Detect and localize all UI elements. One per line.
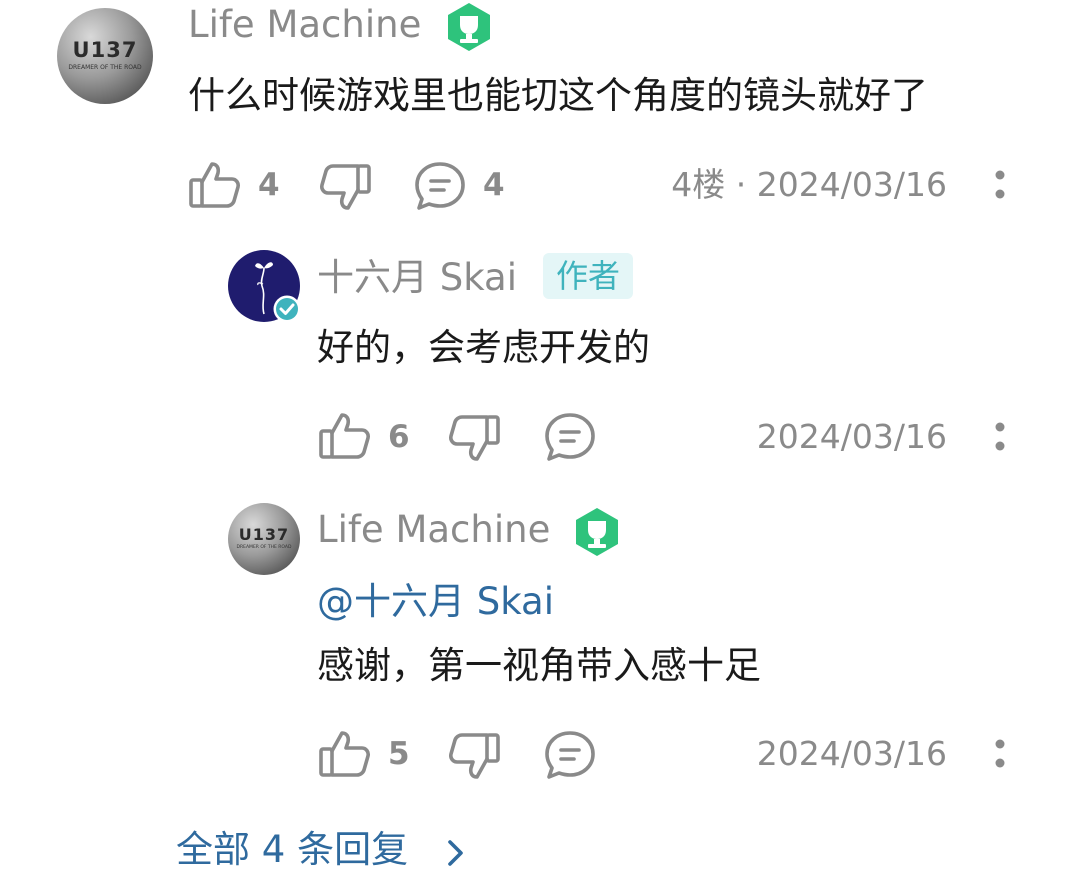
commenter-avatar[interactable]: U137 DREAMER OF THE ROAD [57,8,153,104]
floor-number: 4楼 [671,165,726,204]
comment-meta: 4楼 · 2024/03/16 [671,168,947,201]
trophy-badge-icon [443,1,495,53]
reply-comment-icon[interactable] [543,411,597,463]
thumbs-up-icon[interactable] [188,160,242,210]
thumbs-up-icon[interactable] [318,411,372,461]
commenter-avatar[interactable]: U137 DREAMER OF THE ROAD [228,503,300,575]
more-options-icon[interactable] [994,739,1006,769]
reply-count: 4 [483,167,505,203]
view-all-replies-link[interactable]: 全部 4 条回复 [176,831,408,871]
avatar-logo-text: U137 [238,525,290,544]
comment-date: 2024/03/16 [756,165,947,204]
avatar-logo-subtext: DREAMER OF THE ROAD [236,545,292,550]
avatar-logo-subtext: DREAMER OF THE ROAD [68,64,142,71]
view-all-replies-label: 全部 4 条回复 [176,828,409,871]
commenter-username[interactable]: Life Machine [188,6,421,43]
like-count: 4 [258,167,280,203]
reply-username[interactable]: Life Machine [317,511,550,548]
reply-text: 好的，会考虑开发的 [317,326,650,369]
author-tag-badge: 作者 [543,253,634,299]
more-options-icon[interactable] [994,422,1006,452]
chevron-right-icon[interactable] [446,838,466,868]
like-count: 5 [388,736,410,772]
trophy-badge-icon [571,506,623,558]
reply-comment-icon[interactable] [413,160,467,212]
thumbs-down-icon[interactable] [447,731,501,781]
comment-text: 什么时候游戏里也能切这个角度的镜头就好了 [188,74,928,117]
reply-date: 2024/03/16 [756,417,947,456]
mention-link[interactable]: @十六月 Skai [317,583,554,620]
reply-text: 感谢，第一视角带入感十足 [317,644,761,687]
thumbs-down-icon[interactable] [318,162,372,212]
reply-author-username[interactable]: 十六月 Skai [317,259,517,296]
like-count: 6 [388,419,410,455]
reply-comment-icon[interactable] [543,729,597,781]
thumbs-down-icon[interactable] [447,413,501,463]
meta-separator: · [735,165,747,204]
avatar-logo-text: U137 [72,38,138,62]
reply-date: 2024/03/16 [756,734,947,773]
verified-check-icon [272,294,302,324]
thumbs-up-icon[interactable] [318,729,372,779]
more-options-icon[interactable] [994,170,1006,200]
